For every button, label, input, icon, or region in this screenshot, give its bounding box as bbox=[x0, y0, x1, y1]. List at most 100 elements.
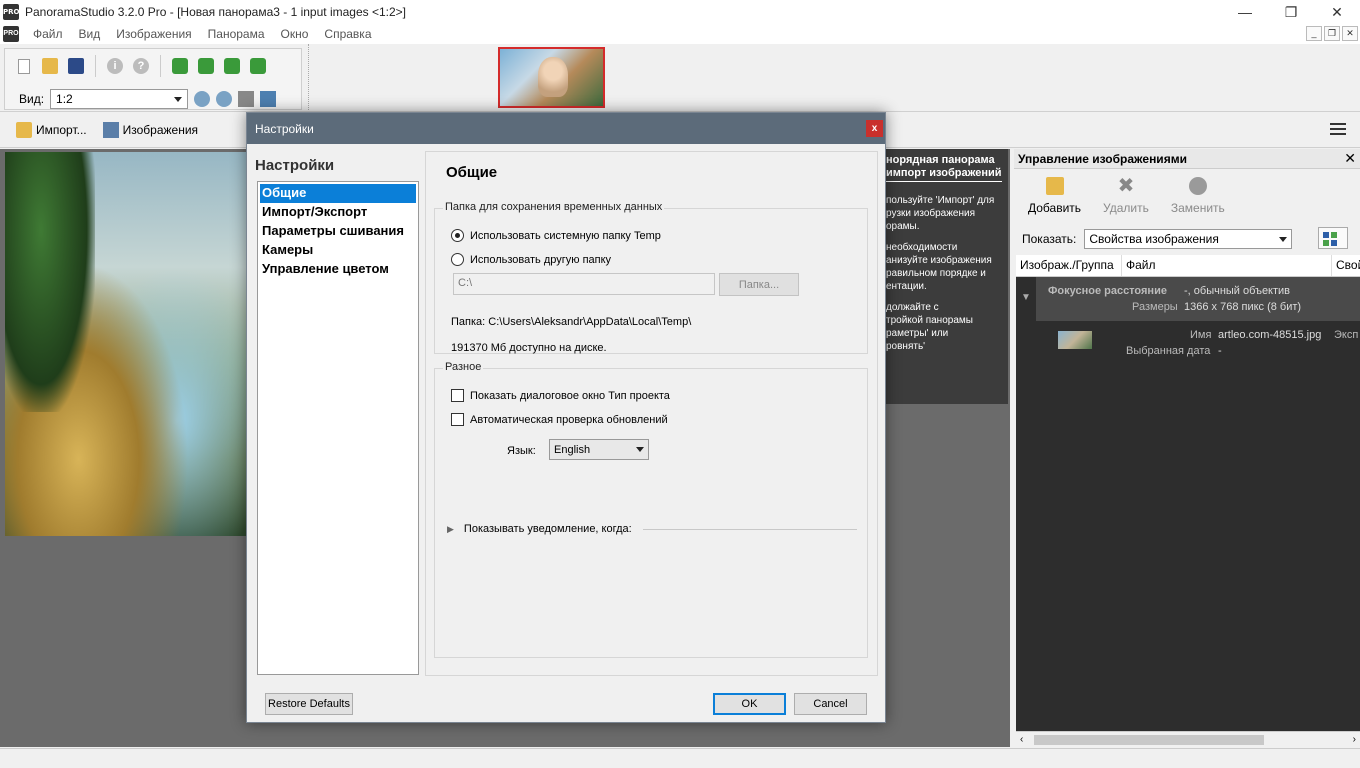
checkbox-unchecked-icon bbox=[451, 413, 464, 426]
import-images-icon bbox=[172, 58, 188, 74]
mdi-restore-button[interactable]: ❐ bbox=[1324, 26, 1340, 41]
expand-arrow-icon[interactable]: ▼ bbox=[1021, 292, 1031, 303]
cancel-button[interactable]: Cancel bbox=[794, 693, 867, 715]
group-row[interactable]: ▼ Фокусное расстояние -, обычный объекти… bbox=[1016, 277, 1360, 321]
notify-expander[interactable]: ▶ Показывать уведомление, когда: bbox=[447, 523, 632, 535]
column-header-file[interactable]: Файл bbox=[1122, 255, 1332, 276]
toolbar-separator bbox=[95, 55, 96, 77]
zoom-out-icon[interactable] bbox=[216, 91, 233, 107]
show-select-value: Свойства изображения bbox=[1089, 232, 1219, 246]
add-image-icon bbox=[1045, 177, 1064, 195]
name-label: Имя bbox=[1190, 329, 1212, 341]
temp-folder-legend: Папка для сохранения временных данных bbox=[443, 201, 665, 213]
fullscreen-icon[interactable] bbox=[260, 91, 277, 107]
checkbox-auto-update[interactable]: Автоматическая проверка обновлений bbox=[451, 413, 668, 426]
column-header-properties[interactable]: Свой bbox=[1332, 255, 1360, 276]
open-folder-icon bbox=[42, 58, 58, 74]
menu-panorama[interactable]: Панорама bbox=[200, 27, 273, 41]
horizontal-scrollbar[interactable]: ‹ › bbox=[1016, 731, 1360, 747]
export-toolbar-button[interactable] bbox=[247, 55, 269, 77]
menu-images[interactable]: Изображения bbox=[108, 27, 199, 41]
rotate-button[interactable] bbox=[221, 55, 243, 77]
new-button[interactable] bbox=[13, 55, 35, 77]
replace-image-label: Заменить bbox=[1170, 201, 1225, 215]
view-mode-button[interactable] bbox=[1318, 227, 1348, 249]
image-manager-title: Управление изображениями bbox=[1018, 151, 1187, 166]
radio-system-temp[interactable]: Использовать системную папку Temp bbox=[451, 229, 661, 242]
exposure-cell: Эксп bbox=[1334, 329, 1359, 341]
menu-bar: PRO Файл Вид Изображения Панорама Окно С… bbox=[0, 24, 1360, 44]
open-button[interactable] bbox=[39, 55, 61, 77]
settings-nav-list: Общие Импорт/Экспорт Параметры сшивания … bbox=[257, 181, 419, 675]
column-header-image-group[interactable]: Изображ./Группа bbox=[1016, 255, 1122, 276]
import-toolbar-button[interactable] bbox=[169, 55, 191, 77]
menu-file[interactable]: Файл bbox=[25, 27, 71, 41]
misc-group: Разное Показать диалоговое окно Тип прое… bbox=[434, 361, 868, 658]
radio-other-folder[interactable]: Использовать другую папку bbox=[451, 253, 611, 266]
import-button-label: Импорт... bbox=[36, 123, 87, 137]
settings-nav-stitching[interactable]: Параметры сшивания bbox=[260, 222, 416, 241]
menu-help[interactable]: Справка bbox=[316, 27, 379, 41]
settings-nav-color-management[interactable]: Управление цветом bbox=[260, 260, 416, 279]
zoom-in-icon[interactable] bbox=[194, 91, 211, 107]
window-title: PanoramaStudio 3.2.0 Pro - [Новая панора… bbox=[25, 5, 406, 19]
chevron-down-icon bbox=[174, 96, 183, 102]
image-properties-table: Изображ./Группа Файл Свой ▼ Фокусное рас… bbox=[1016, 255, 1360, 731]
language-select[interactable]: English bbox=[549, 439, 649, 460]
main-toolbar: i ? Вид: 1:2 bbox=[0, 44, 1360, 112]
help-icon: ? bbox=[133, 58, 149, 74]
dialog-close-button[interactable]: x bbox=[866, 120, 883, 137]
images-button-label: Изображения bbox=[122, 123, 199, 137]
document-icon[interactable]: PRO bbox=[3, 26, 19, 42]
dialog-title: Настройки bbox=[255, 121, 314, 136]
info-button[interactable]: i bbox=[104, 55, 126, 77]
menu-window[interactable]: Окно bbox=[273, 27, 317, 41]
settings-nav-import-export[interactable]: Импорт/Экспорт bbox=[260, 203, 416, 222]
images-button[interactable]: Изображения bbox=[102, 122, 199, 138]
scroll-right-icon[interactable]: › bbox=[1353, 734, 1356, 745]
rotate-icon bbox=[224, 58, 240, 74]
show-select[interactable]: Свойства изображения bbox=[1084, 229, 1293, 249]
new-document-icon bbox=[18, 58, 30, 74]
tip-panel: норядная панорама импорт изображений пол… bbox=[880, 149, 1008, 404]
radio-selected-icon bbox=[451, 229, 464, 242]
view-label: Вид: bbox=[19, 92, 45, 106]
save-button[interactable] bbox=[65, 55, 87, 77]
mdi-minimize-button[interactable]: _ bbox=[1306, 26, 1322, 41]
settings-section-title: Общие bbox=[446, 164, 498, 181]
image-thumbnail-selected[interactable] bbox=[498, 47, 605, 108]
show-filter: Показать: Свойства изображения bbox=[1022, 229, 1293, 249]
settings-nav-cameras[interactable]: Камеры bbox=[260, 241, 416, 260]
checkbox-project-type[interactable]: Показать диалоговое окно Тип проекта bbox=[451, 389, 670, 402]
mdi-close-button[interactable]: ✕ bbox=[1342, 26, 1358, 41]
temp-path-input[interactable]: C:\ bbox=[453, 273, 715, 295]
panel-close-icon[interactable]: ✕ bbox=[1344, 150, 1356, 167]
toolbar-group: i ? Вид: 1:2 bbox=[4, 48, 302, 110]
restore-defaults-button[interactable]: Restore Defaults bbox=[265, 693, 353, 715]
focal-length-value: -, обычный объектив bbox=[1184, 285, 1291, 297]
notify-label: Показывать уведомление, когда: bbox=[463, 523, 632, 535]
settings-nav-general[interactable]: Общие bbox=[260, 184, 416, 203]
tip-paragraph: необходимости анизуйте изображения равил… bbox=[886, 242, 992, 292]
status-bar bbox=[0, 748, 1360, 768]
zoom-fit-icon[interactable] bbox=[238, 91, 255, 107]
zoom-select[interactable]: 1:2 bbox=[50, 89, 189, 109]
table-row[interactable]: Имя artleo.com-48515.jpg Эксп Выбранная … bbox=[1016, 323, 1360, 363]
group-row-body: Фокусное расстояние -, обычный объектив … bbox=[1036, 277, 1360, 321]
hamburger-menu-icon[interactable] bbox=[1330, 123, 1346, 138]
align-button[interactable] bbox=[195, 55, 217, 77]
maximize-button[interactable]: ❐ bbox=[1268, 0, 1314, 24]
chevron-down-icon bbox=[1279, 236, 1288, 242]
browse-folder-button[interactable]: Папка... bbox=[719, 273, 799, 296]
minimize-button[interactable]: — bbox=[1222, 0, 1268, 24]
help-button[interactable]: ? bbox=[130, 55, 152, 77]
scrollbar-thumb[interactable] bbox=[1034, 735, 1264, 745]
close-window-button[interactable]: ✕ bbox=[1314, 0, 1360, 24]
show-label: Показать: bbox=[1022, 232, 1077, 246]
ok-button[interactable]: OK bbox=[713, 693, 786, 715]
import-button[interactable]: Импорт... bbox=[16, 122, 87, 138]
scroll-left-icon[interactable]: ‹ bbox=[1020, 734, 1023, 745]
temp-path-line: Папка: C:\Users\Aleksandr\AppData\Local\… bbox=[451, 316, 692, 328]
grid-view-icon bbox=[1331, 232, 1337, 238]
menu-view[interactable]: Вид bbox=[71, 27, 109, 41]
